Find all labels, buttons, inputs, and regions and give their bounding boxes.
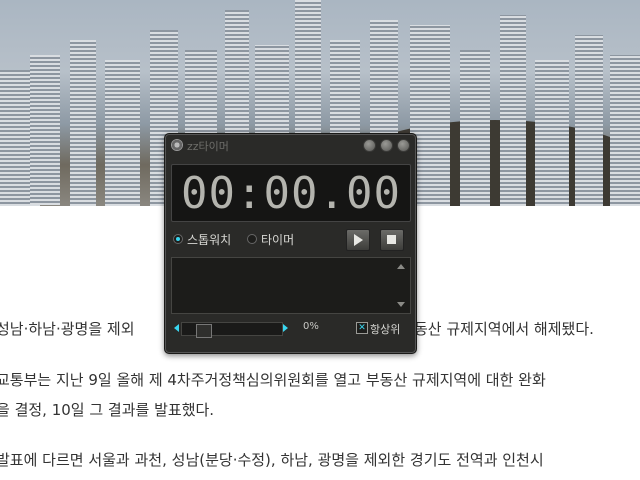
article-line-4: 발표에 다르면 서울과 과천, 성남(분당·수정), 하남, 광명을 제외한 경… — [0, 451, 544, 469]
opacity-increase-icon[interactable] — [283, 324, 288, 332]
stopwatch-window: zz타이머 00:00.00 스톱워치 타이머 0% ✕ 항상위 — [164, 133, 417, 354]
timer-radio[interactable] — [247, 234, 257, 244]
opacity-slider[interactable] — [181, 322, 283, 338]
stopwatch-icon — [171, 139, 183, 151]
time-digits: 00:00.00 — [181, 168, 401, 219]
stop-button[interactable] — [380, 229, 404, 251]
play-button[interactable] — [346, 229, 370, 251]
stop-icon — [387, 235, 396, 244]
play-icon — [354, 234, 363, 246]
stopwatch-radio[interactable] — [173, 234, 183, 244]
minimize-button[interactable] — [363, 139, 376, 152]
article-line-3: 을 결정, 10일 그 결과를 발표했다. — [0, 401, 215, 419]
window-title: zz타이머 — [187, 140, 229, 153]
time-display: 00:00.00 — [171, 164, 411, 222]
title-bar[interactable]: zz타이머 — [165, 134, 416, 156]
article-line-1-left: 성남·하남·광명을 제외 — [0, 320, 135, 338]
opacity-decrease-icon[interactable] — [174, 324, 179, 332]
scroll-down-icon[interactable] — [397, 302, 405, 307]
lap-log[interactable] — [171, 257, 411, 314]
always-on-top-label: 항상위 — [370, 323, 401, 336]
stopwatch-mode-label: 스톱워치 — [187, 233, 232, 247]
opacity-slider-thumb[interactable] — [196, 324, 212, 338]
bottom-bar: 0% ✕ 항상위 — [171, 318, 409, 338]
article-line-1-right: 동산 규제지역에서 해제됐다. — [414, 320, 594, 338]
timer-mode-label: 타이머 — [261, 233, 295, 247]
article-line-2: 교통부는 지난 9일 올해 제 4차주거정책심의위원회를 열고 부동산 규제지역… — [0, 371, 546, 389]
scroll-up-icon[interactable] — [397, 264, 405, 269]
always-on-top-checkbox[interactable]: ✕ — [356, 322, 368, 334]
close-button[interactable] — [397, 139, 410, 152]
opacity-value: 0% — [303, 321, 319, 332]
settings-button[interactable] — [380, 139, 393, 152]
